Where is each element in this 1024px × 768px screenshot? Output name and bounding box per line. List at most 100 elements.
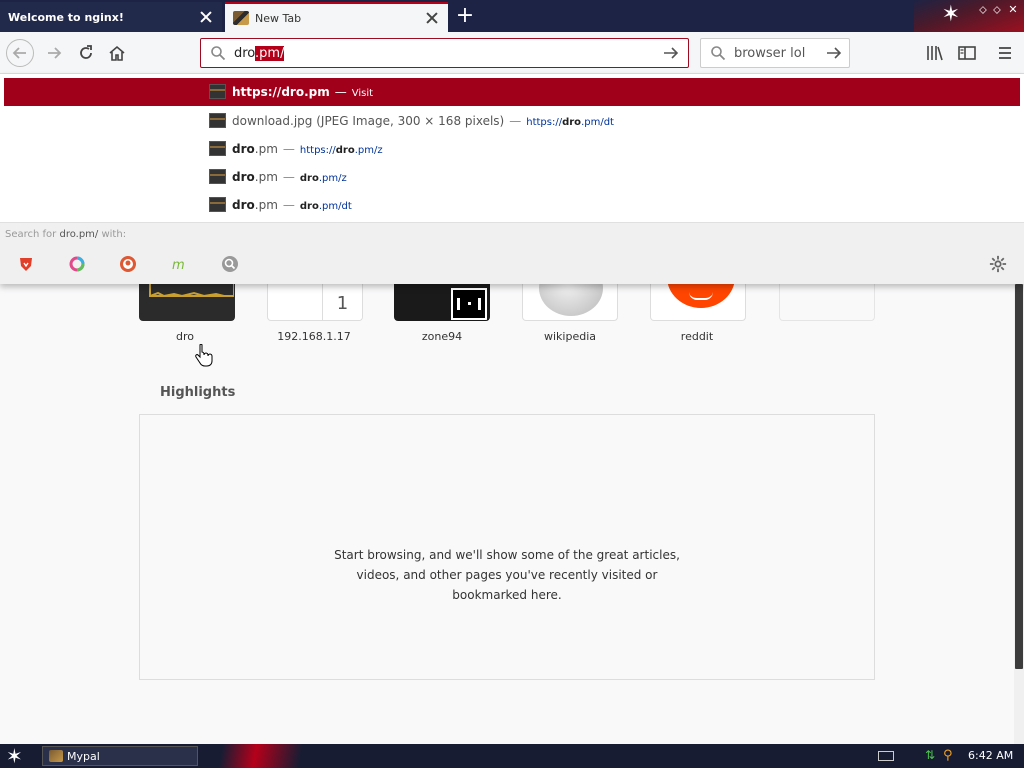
topsite-wikipedia[interactable] [522,284,618,321]
back-button[interactable] [6,39,34,67]
highlights-title: Highlights [160,385,236,400]
topsite-dro[interactable] [139,284,235,321]
tab-title: Welcome to nginx! [8,10,124,24]
qwant-search-engine-icon[interactable] [68,255,86,273]
result-url-prefix: https:// [299,145,336,156]
result-title-bold: dro [232,170,255,184]
tab-new-tab[interactable]: New Tab [225,2,448,32]
url-bar[interactable]: dro.pm/ [200,38,689,68]
result-url-bold: dro [299,201,319,212]
topsite-placeholder [779,284,875,321]
site-favicon-icon [209,84,226,99]
navigation-toolbar: dro.pm/ browser lol [0,32,1024,74]
forward-arrow-icon [48,47,62,59]
forward-button[interactable] [40,39,68,67]
tab-welcome-nginx[interactable]: Welcome to nginx! [0,2,222,32]
url-typed-text: dro [234,45,256,61]
result-title: https://dro.pm — Visit [232,85,373,99]
topsite-label[interactable]: wikipedia [510,330,630,343]
result-separator: — [282,198,295,212]
search-settings-gear-icon[interactable] [989,255,1007,273]
search-with-prefix: Search for [5,229,60,240]
scrollbar-thumb[interactable] [1015,284,1023,669]
back-arrow-icon [12,47,26,59]
topsite-192-168-1-17[interactable]: 1 [267,284,363,321]
result-url-suffix: .pm/z [318,173,347,184]
autocomplete-result[interactable]: dro.pm — https://dro.pm/z [4,135,1020,163]
topsite-reddit[interactable] [650,284,746,321]
result-url-bold: dro [562,117,582,128]
close-window-icon[interactable]: ✕ [1006,4,1020,18]
minimize-window-icon[interactable]: ⬦ [976,4,990,18]
autocomplete-result[interactable]: dro.pm — dro.pm/dt [4,191,1020,219]
result-url: https://dro.pm/dt [526,117,614,128]
reload-icon [80,45,92,59]
autocomplete-result[interactable]: dro.pm — dro.pm/z [4,163,1020,191]
close-tab-icon[interactable] [198,9,214,25]
start-menu-star-icon[interactable]: ✶ [6,745,23,767]
topsite-badge: 1 [322,284,362,320]
home-icon [109,45,125,61]
topsite-label[interactable]: reddit [637,330,757,343]
url-input[interactable]: dro.pm/ [234,45,285,61]
result-title: dro.pm — dro.pm/dt [232,198,352,212]
site-favicon-icon [209,141,226,156]
search-tray-icon[interactable]: ⚲ [943,748,953,763]
generic-search-engine-icon[interactable] [221,255,239,273]
result-title-text: .pm [254,198,278,212]
home-button[interactable] [103,39,131,67]
mojeek-search-engine-icon[interactable]: m [170,255,188,273]
network-tray-icon[interactable]: ⇅ [925,748,935,762]
topsite-label[interactable]: dro [125,330,245,343]
highlights-message-line: Start browsing, and we'll show some of t… [334,548,680,562]
search-input[interactable]: browser lol [734,46,805,61]
hamburger-menu-icon[interactable] [996,43,1014,63]
topsite-empty[interactable] [779,284,875,321]
result-title-bold: https://dro.pm [232,85,330,99]
taskbar-clock[interactable]: 6:42 AM [968,749,1013,762]
new-tab-button[interactable]: + [454,5,476,28]
sidebar-toggle-icon[interactable] [957,43,977,63]
close-tab-icon[interactable] [424,10,440,26]
result-separator: — [282,170,295,184]
result-url: dro.pm/z [300,173,347,184]
result-url-suffix: .pm/dt [318,201,352,212]
library-icon[interactable] [925,43,945,63]
result-url-suffix: .pm/z [354,145,383,156]
highlights-message-line: videos, and other pages you've recently … [356,568,658,582]
window-menu-star-icon[interactable]: ✶ [942,4,960,26]
reload-button[interactable] [72,39,100,67]
maximize-window-icon[interactable]: ⬦ [990,4,1004,18]
url-autocomplete-popup: https://dro.pm — Visit download.jpg (JPEG … [0,74,1024,284]
svg-text:m: m [172,258,185,273]
result-separator: — [282,142,295,156]
result-title: dro.pm — dro.pm/z [232,170,347,184]
go-arrow-icon[interactable] [662,45,680,61]
search-go-arrow-icon[interactable] [825,45,843,61]
highlights-empty-message: Start browsing, and we'll show some of t… [140,545,874,605]
topsite-label[interactable]: 192.168.1.17 [254,330,374,343]
result-title: download.jpg (JPEG Image, 300 × 168 pixe… [232,114,614,128]
autocomplete-result[interactable]: https://dro.pm — Visit [4,78,1020,106]
tab-strip: Welcome to nginx! New Tab + ✶ ⬦ ⬦ ✕ [0,0,1024,32]
result-title-bold: dro [232,142,255,156]
brave-search-engine-icon[interactable] [17,255,35,273]
search-with-label: Search for dro.pm/ with: [5,229,126,240]
duckduckgo-search-engine-icon[interactable] [119,255,137,273]
favicon-icon [233,11,249,25]
topsite-thumbnail [650,284,746,321]
result-url-bold: dro [335,145,355,156]
result-title-text: .pm [254,142,278,156]
autocomplete-result[interactable]: download.jpg (JPEG Image, 300 × 168 pixe… [4,107,1020,135]
taskbar-app-mypal[interactable]: Mypal [42,746,198,766]
keyboard-tray-icon[interactable] [878,751,894,761]
result-url-bold: dro [299,173,319,184]
taskbar-decoration [200,744,310,768]
search-bar[interactable]: browser lol [700,38,850,68]
result-url-prefix: https:// [526,117,563,128]
taskbar-app-label: Mypal [67,749,100,763]
topsite-zone94[interactable] [394,284,490,321]
reddit-icon [667,284,735,308]
topsite-label[interactable]: zone94 [382,330,502,343]
search-icon [211,46,226,61]
